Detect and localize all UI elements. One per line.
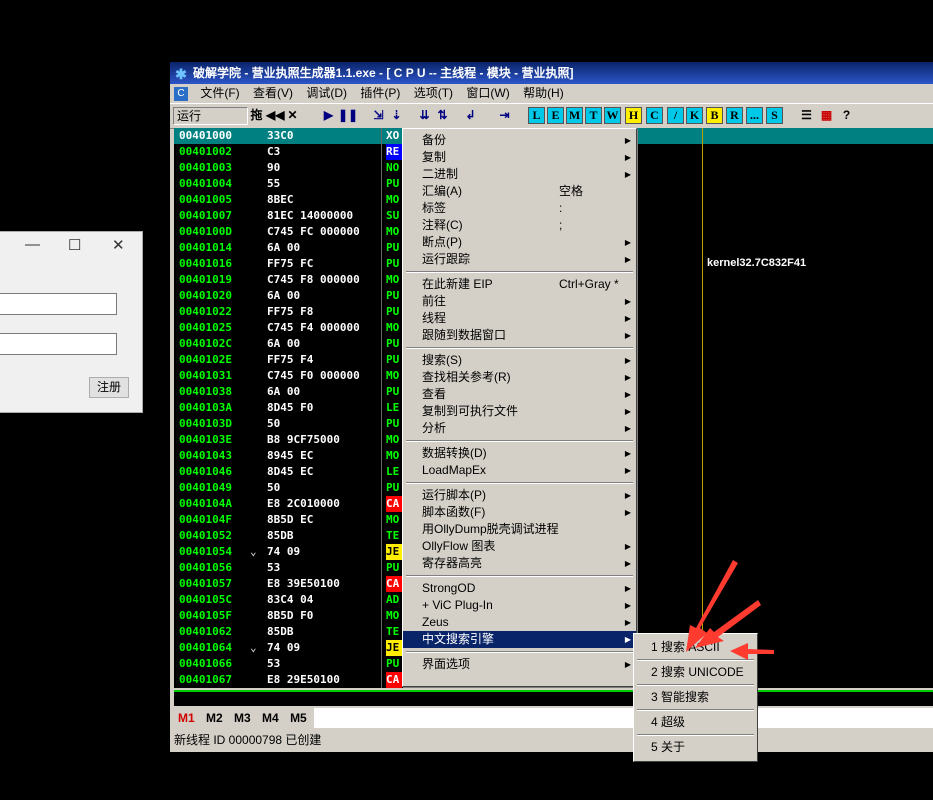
arrow-2 (695, 600, 761, 648)
annotation-arrows (686, 560, 774, 660)
arrow-3 (730, 643, 774, 660)
